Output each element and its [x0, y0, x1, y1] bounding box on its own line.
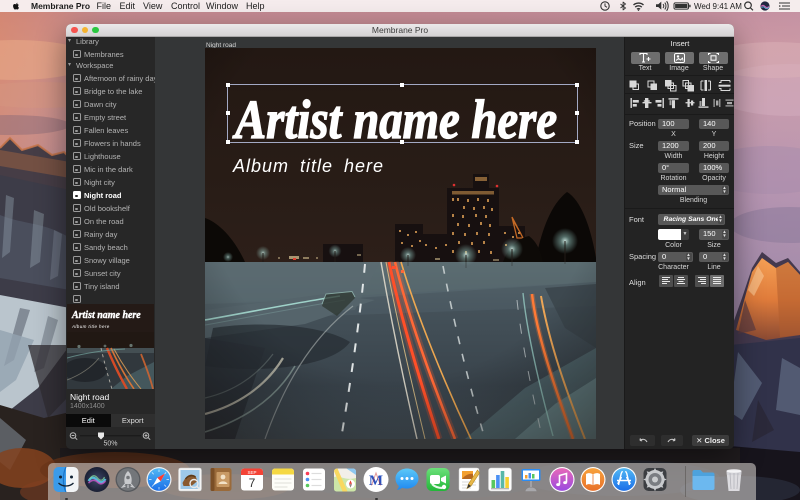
svg-text:50%: 50% — [103, 440, 117, 447]
svg-text:SEP: SEP — [247, 470, 256, 475]
svg-text:7: 7 — [249, 476, 256, 490]
svg-text:M: M — [369, 473, 383, 489]
svg-text:Wed 9:41 AM: Wed 9:41 AM — [694, 2, 742, 11]
